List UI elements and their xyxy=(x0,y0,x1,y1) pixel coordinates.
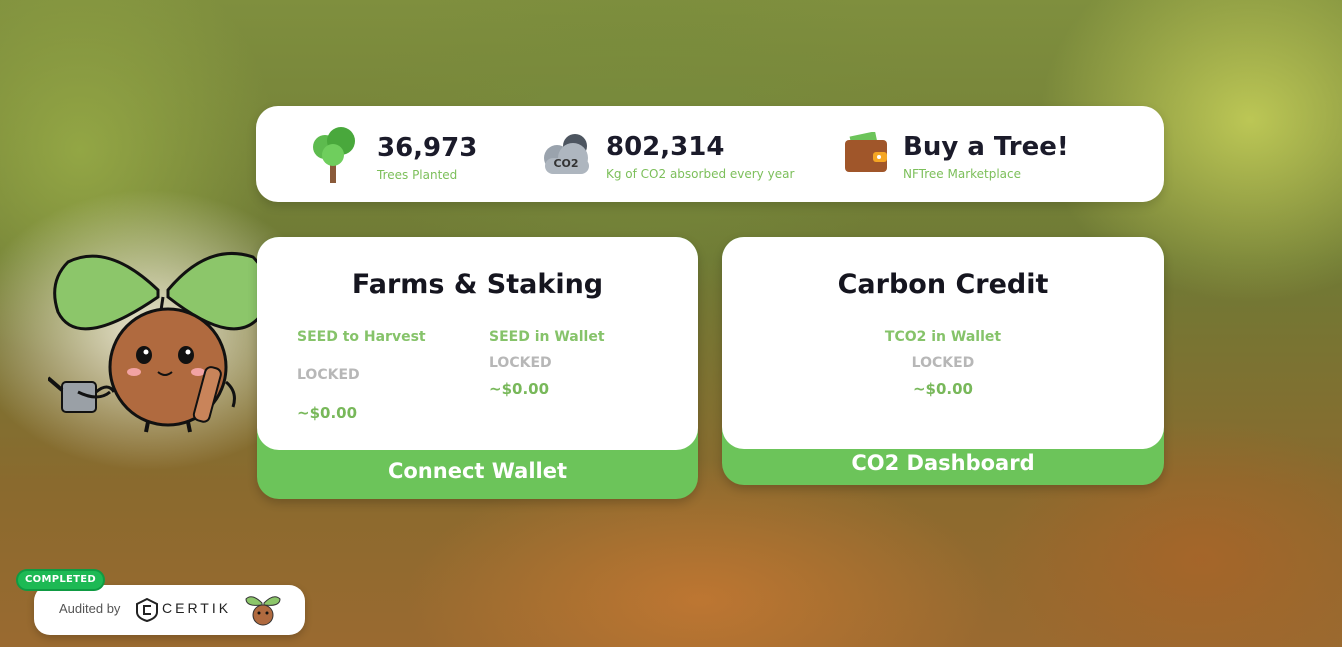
co2-absorbed-caption: Kg of CO2 absorbed every year xyxy=(606,167,795,181)
trees-planted-caption: Trees Planted xyxy=(377,168,458,182)
wallet-icon xyxy=(845,132,887,172)
farms-staking-title: Farms & Staking xyxy=(351,269,604,300)
trees-planted-value: 36,973 xyxy=(377,133,478,163)
co2-dashboard-button[interactable]: CO2 Dashboard xyxy=(722,451,1164,475)
certik-brand-text: CERTIK xyxy=(162,600,232,616)
co2-absorbed-value: 802,314 xyxy=(606,132,725,162)
seed-to-harvest-status: LOCKED xyxy=(297,367,360,383)
certik-logo-icon xyxy=(136,598,158,622)
seed-in-wallet-value: ~$0.00 xyxy=(489,380,550,398)
svg-text:CO2: CO2 xyxy=(553,157,578,170)
seed-mascot-icon xyxy=(245,596,281,626)
carbon-credit-card: Carbon Credit TCO2 in Wallet LOCKED ~$0.… xyxy=(722,237,1164,485)
stat-co2-absorbed: CO2 802,314 Kg of CO2 absorbed every yea… xyxy=(541,106,801,202)
tco2-in-wallet-status: LOCKED xyxy=(911,355,975,371)
tree-icon xyxy=(313,127,355,183)
seed-to-harvest-label: SEED to Harvest xyxy=(297,329,426,345)
carbon-credit-panel: Carbon Credit TCO2 in Wallet LOCKED ~$0.… xyxy=(722,237,1164,449)
tco2-in-wallet-value: ~$0.00 xyxy=(912,380,973,398)
marketplace-caption: NFTree Marketplace xyxy=(903,167,1022,181)
seed-mascot-illustration xyxy=(48,252,271,433)
audited-by-text: Audited by xyxy=(59,601,121,616)
co2-cloud-icon: CO2 xyxy=(544,134,589,174)
seed-in-wallet-status: LOCKED xyxy=(489,355,552,371)
connect-wallet-button[interactable]: Connect Wallet xyxy=(257,459,698,483)
audit-completed-badge: COMPLETED xyxy=(18,571,103,589)
stat-trees-planted: 36,973 Trees Planted xyxy=(311,106,511,202)
stat-buy-tree[interactable]: Buy a Tree! NFTree Marketplace xyxy=(843,106,1093,202)
farms-staking-panel: Farms & Staking SEED to Harvest LOCKED ~… xyxy=(257,237,698,450)
farms-staking-card: Farms & Staking SEED to Harvest LOCKED ~… xyxy=(257,237,698,499)
certik-audit-badge[interactable]: Audited by CERTIK xyxy=(34,585,305,635)
buy-tree-link[interactable]: Buy a Tree! xyxy=(903,132,1069,162)
tco2-in-wallet-label: TCO2 in Wallet xyxy=(884,329,1002,345)
seed-to-harvest-value: ~$0.00 xyxy=(297,404,358,422)
stats-bar: 36,973 Trees Planted CO2 802,314 Kg of C… xyxy=(256,106,1164,202)
seed-in-wallet-label: SEED in Wallet xyxy=(489,329,605,345)
carbon-credit-title: Carbon Credit xyxy=(837,269,1049,300)
